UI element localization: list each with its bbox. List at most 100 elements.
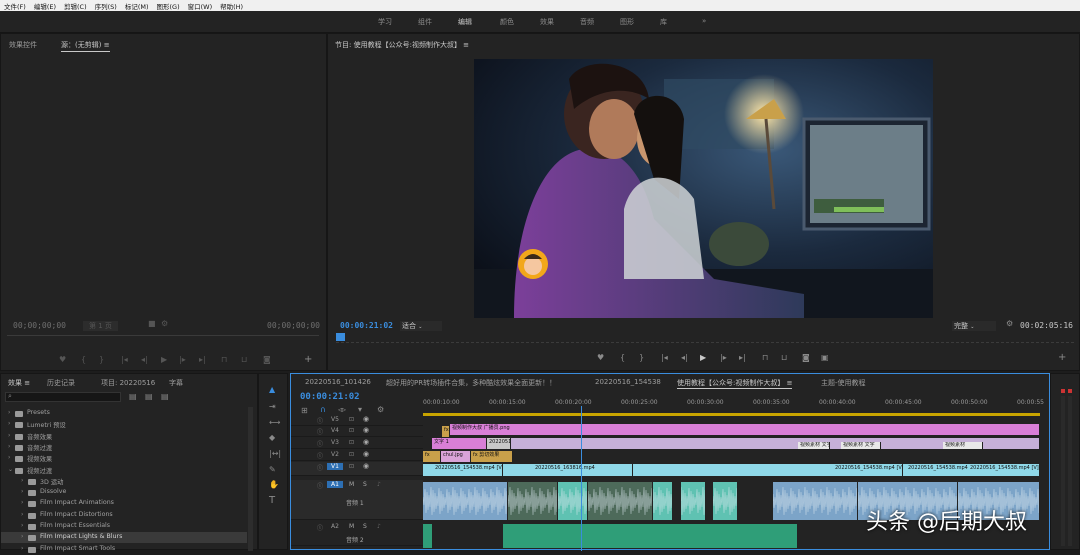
sync-lock-icon[interactable]: ⊡ bbox=[349, 463, 354, 470]
effects-list-item[interactable]: › Dissolve bbox=[1, 487, 247, 498]
menu-item-5[interactable]: 图形(G) bbox=[157, 1, 180, 11]
mic-icon[interactable]: ♪ bbox=[377, 523, 381, 530]
program-title[interactable]: 节目: 使用教程【公众号:视频制作大叔】 ≡ bbox=[335, 40, 469, 50]
clip-v3-video[interactable]: 20220516_154538.mp4 bbox=[487, 438, 511, 449]
clip-v3-text[interactable]: 文字 1 bbox=[432, 438, 487, 449]
chevron-icon[interactable]: › bbox=[8, 409, 10, 416]
effects-list-item[interactable]: › Film Impact Distortions bbox=[1, 510, 247, 521]
workspace-tab-8[interactable]: » bbox=[702, 17, 706, 25]
fit-select[interactable]: 适合 ⌄ bbox=[400, 321, 443, 331]
marker-icon[interactable]: ♥ bbox=[597, 354, 604, 362]
sync-lock-icon[interactable]: ⊡ bbox=[349, 451, 354, 458]
timeline-playhead[interactable] bbox=[581, 406, 582, 551]
workspace-tab-5[interactable]: 音频 bbox=[580, 17, 594, 27]
chevron-icon[interactable]: › bbox=[8, 443, 10, 450]
chevron-icon[interactable]: ⌄ bbox=[8, 466, 13, 473]
chevron-icon[interactable]: › bbox=[8, 454, 10, 461]
timeline-tab-2[interactable]: 20220516_154538 bbox=[595, 378, 661, 386]
accelerated-icon[interactable]: ▤ bbox=[129, 393, 137, 401]
linked-selection-icon[interactable]: ◃▹ bbox=[338, 406, 346, 414]
play-icon[interactable]: ▶ bbox=[161, 356, 167, 364]
clip-v1-e[interactable]: 20220516_154538.mp4 [V] bbox=[968, 464, 1040, 476]
out-point-icon[interactable]: } bbox=[99, 356, 104, 364]
lock-icon[interactable]: ⓛ bbox=[317, 523, 323, 532]
lock-icon[interactable]: ⓛ bbox=[317, 439, 323, 448]
clip-v2-fx[interactable]: fx bbox=[423, 451, 441, 462]
clip-v1-b[interactable]: 20220516_163816.mp4 bbox=[533, 464, 633, 476]
yuv-icon[interactable]: ▤ bbox=[161, 393, 169, 401]
mic-icon[interactable]: ♪ bbox=[377, 481, 381, 488]
fit-icon[interactable]: ■ bbox=[148, 320, 156, 328]
timeline-tab-3[interactable]: 使用教程【公众号:视频制作大叔】 ≡ bbox=[677, 378, 793, 389]
tab-effect-controls[interactable]: 效果控件 bbox=[9, 40, 37, 50]
mute-icon[interactable]: M bbox=[349, 523, 354, 530]
sync-lock-icon[interactable]: ⊡ bbox=[349, 439, 354, 446]
effects-list-item[interactable]: › Film Impact Smart Tools bbox=[1, 544, 247, 555]
chevron-icon[interactable]: › bbox=[21, 477, 23, 484]
program-video-frame[interactable] bbox=[474, 59, 933, 318]
timeline-tab-4[interactable]: 主题-使用教程 bbox=[821, 378, 866, 388]
go-to-out-icon[interactable]: ▸| bbox=[199, 356, 206, 364]
workspace-tab-0[interactable]: 学习 bbox=[378, 17, 392, 27]
menu-item-2[interactable]: 剪辑(C) bbox=[64, 1, 87, 11]
menu-item-6[interactable]: 窗口(W) bbox=[188, 1, 213, 11]
type-tool-icon[interactable]: T bbox=[269, 496, 275, 506]
effects-list-item[interactable]: › Lumetri 预设 bbox=[1, 419, 247, 430]
eye-icon[interactable]: ◉ bbox=[363, 438, 369, 446]
lock-icon[interactable]: ⓛ bbox=[317, 463, 323, 472]
marker-icon[interactable]: ♥ bbox=[59, 356, 66, 364]
clip-v1-a[interactable]: 20220516_154538.mp4 [V] bbox=[433, 464, 503, 476]
clip-v1-c[interactable]: 20220516_154538.mp4 [V] bbox=[833, 464, 903, 476]
workspace-tab-4[interactable]: 效果 bbox=[540, 17, 554, 27]
step-forward-icon[interactable]: |▸ bbox=[720, 354, 727, 362]
chevron-icon[interactable]: › bbox=[8, 432, 10, 439]
clip-v2-effect[interactable]: fx 剪切效果 bbox=[471, 451, 513, 462]
step-back-icon[interactable]: ◂| bbox=[681, 354, 688, 362]
chevron-icon[interactable]: › bbox=[21, 499, 23, 506]
lock-icon[interactable]: ⓛ bbox=[317, 416, 323, 425]
workspace-tab-2[interactable]: 编辑 bbox=[458, 17, 472, 27]
32bit-icon[interactable]: ▤ bbox=[145, 393, 153, 401]
lock-icon[interactable]: ⓛ bbox=[317, 427, 323, 436]
effects-list-item[interactable]: › Film Impact Essentials bbox=[1, 521, 247, 532]
go-to-out-icon[interactable]: ▸| bbox=[739, 354, 746, 362]
lift-icon[interactable]: ⊓ bbox=[762, 354, 768, 362]
clip-a1-6[interactable] bbox=[713, 482, 738, 520]
workspace-tab-1[interactable]: 组件 bbox=[418, 17, 432, 27]
effects-list-item[interactable]: › 3D 运动 bbox=[1, 476, 247, 487]
track-target-v3[interactable]: V3 bbox=[327, 439, 343, 446]
clip-a2-left[interactable] bbox=[423, 524, 433, 548]
insert-icon[interactable]: ⊓ bbox=[221, 356, 227, 364]
effects-list-item[interactable]: › Film Impact Lights & Blurs bbox=[1, 532, 247, 544]
step-forward-icon[interactable]: |▸ bbox=[179, 356, 186, 364]
camera-icon[interactable]: ◙ bbox=[263, 356, 271, 364]
effects-tab-3[interactable]: 字幕 bbox=[169, 378, 183, 388]
nest-icon[interactable]: ⊞ bbox=[301, 407, 308, 415]
add-marker-icon[interactable]: ▾ bbox=[358, 406, 362, 414]
menu-item-3[interactable]: 序列(S) bbox=[95, 1, 117, 11]
clip-a1-5[interactable] bbox=[681, 482, 706, 520]
eye-icon[interactable]: ◉ bbox=[363, 450, 369, 458]
lock-icon[interactable]: ⓛ bbox=[317, 481, 323, 490]
clip-v4-image[interactable]: 视频制作大叔 广播员.png bbox=[450, 424, 1040, 435]
wrench-icon[interactable]: ⚙ bbox=[161, 320, 168, 328]
menu-item-0[interactable]: 文件(F) bbox=[4, 1, 26, 11]
clip-v3-label-3[interactable]: 视频素材 bbox=[943, 442, 983, 449]
menu-item-1[interactable]: 编辑(E) bbox=[34, 1, 56, 11]
clip-v2-image[interactable]: chul.jpg bbox=[441, 451, 471, 462]
track-target-v4[interactable]: V4 bbox=[327, 427, 343, 434]
clip-a1-0[interactable] bbox=[423, 482, 508, 520]
chevron-icon[interactable]: › bbox=[21, 533, 23, 540]
snap-icon[interactable]: ∩ bbox=[320, 406, 326, 414]
play-icon[interactable]: ▶ bbox=[700, 354, 706, 362]
clip-v3-label-2[interactable]: 视频素材 文字 bbox=[841, 442, 881, 449]
out-point-icon[interactable]: } bbox=[639, 354, 644, 362]
clip-a1-4[interactable] bbox=[653, 482, 673, 520]
track-target-a2[interactable]: A2 bbox=[327, 523, 343, 530]
go-to-in-icon[interactable]: |◂ bbox=[121, 356, 128, 364]
sync-lock-icon[interactable]: ⊡ bbox=[349, 427, 354, 434]
solo-icon[interactable]: S bbox=[363, 481, 367, 488]
overwrite-icon[interactable]: ⊔ bbox=[241, 356, 247, 364]
menu-item-7[interactable]: 帮助(H) bbox=[220, 1, 243, 11]
sync-lock-icon[interactable]: ⊡ bbox=[349, 416, 354, 423]
